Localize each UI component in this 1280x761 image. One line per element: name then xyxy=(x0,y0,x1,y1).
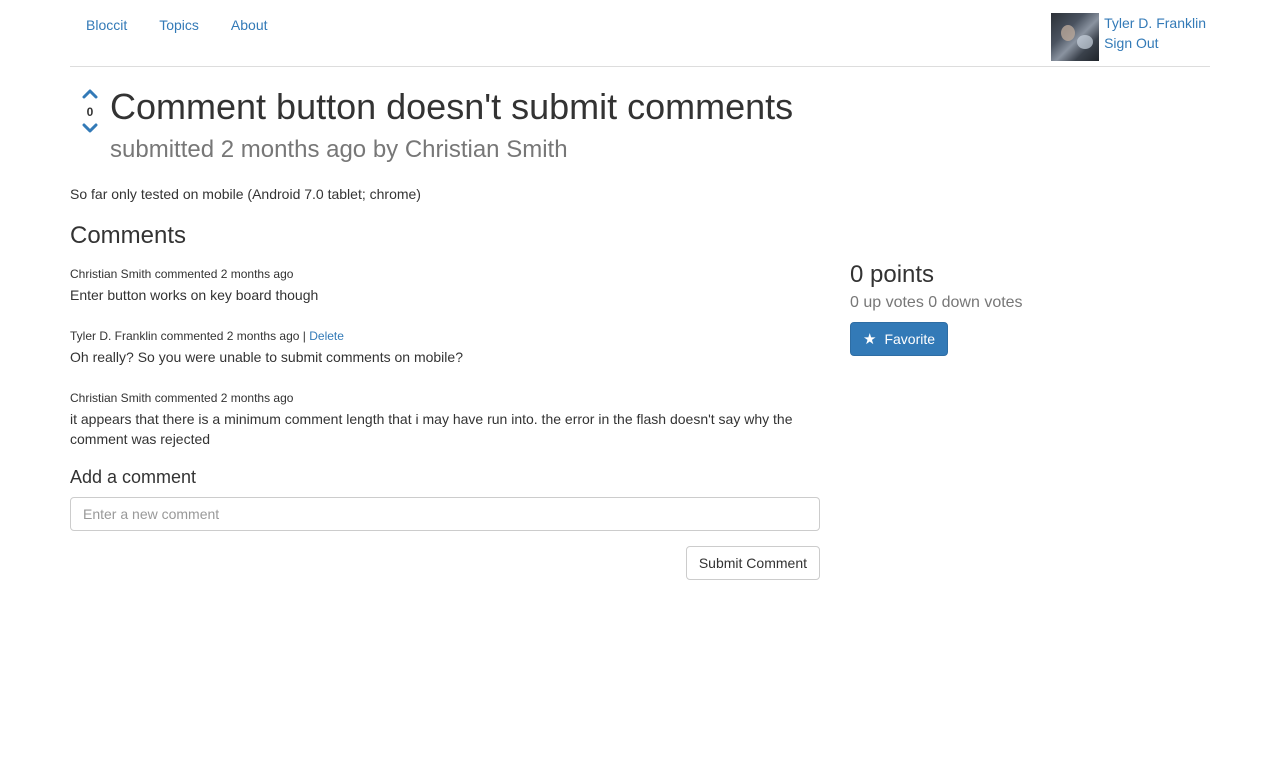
star-icon: ★ xyxy=(863,331,877,348)
delete-comment-link[interactable]: Delete xyxy=(309,329,344,343)
vote-count: 0 xyxy=(86,105,94,119)
avatar xyxy=(1051,13,1100,61)
main-column: 0 Comment button doesn't submit comments… xyxy=(70,67,820,580)
nav-link-about[interactable]: About xyxy=(215,15,284,35)
navbar: Bloccit Topics About Tyler D. Franklin S… xyxy=(70,0,1210,67)
post-sidebar: 0 points 0 up votes 0 down votes ★ Favor… xyxy=(850,260,1210,356)
comment-meta: Christian Smith commented 2 months ago xyxy=(70,267,294,281)
votes-detail: 0 up votes 0 down votes xyxy=(850,294,1023,311)
favorite-button[interactable]: ★ Favorite xyxy=(850,322,949,356)
favorite-label: Favorite xyxy=(884,331,936,347)
comment-item: Christian Smith commented 2 months ago E… xyxy=(70,266,820,305)
comment-item: Christian Smith commented 2 months ago i… xyxy=(70,390,820,449)
vote-widget: 0 xyxy=(80,87,100,135)
submit-comment-button[interactable]: Submit Comment xyxy=(685,546,820,580)
comment-meta: Christian Smith commented 2 months ago xyxy=(70,391,294,405)
post-meta: submitted 2 months ago by Christian Smit… xyxy=(110,136,568,163)
comment-meta-row: Tyler D. Franklin commented 2 months ago… xyxy=(70,328,820,344)
nav-link-bloccit[interactable]: Bloccit xyxy=(70,15,143,35)
add-comment-heading: Add a comment xyxy=(70,467,197,487)
avatar-photo-detail xyxy=(1061,25,1076,41)
chevron-down-icon[interactable] xyxy=(80,121,100,135)
post-header: 0 Comment button doesn't submit comments… xyxy=(70,87,820,187)
comment-body: it appears that there is a minimum comme… xyxy=(70,411,793,447)
sign-out-link[interactable]: Sign Out xyxy=(1104,33,1206,53)
page-container: Bloccit Topics About Tyler D. Franklin S… xyxy=(70,0,1210,580)
comment-body: Oh really? So you were unable to submit … xyxy=(70,349,463,365)
comment-meta: Tyler D. Franklin commented 2 months ago… xyxy=(70,329,306,343)
user-menu: Tyler D. Franklin Sign Out xyxy=(1051,13,1206,61)
points-total: 0 points xyxy=(850,261,935,288)
post-body: So far only tested on mobile (Android 7.… xyxy=(70,186,421,202)
chevron-up-icon[interactable] xyxy=(80,87,100,101)
nav-links: Bloccit Topics About xyxy=(70,15,284,35)
comments-heading: Comments xyxy=(70,222,187,249)
post-title: Comment button doesn't submit comments xyxy=(110,86,794,127)
user-links: Tyler D. Franklin Sign Out xyxy=(1104,13,1206,61)
avatar-photo-detail xyxy=(1077,35,1094,49)
comment-input[interactable] xyxy=(70,497,820,531)
user-profile-link[interactable]: Tyler D. Franklin xyxy=(1104,13,1206,33)
submit-row: Submit Comment xyxy=(70,546,820,580)
nav-link-topics[interactable]: Topics xyxy=(143,15,215,35)
comment-item: Tyler D. Franklin commented 2 months ago… xyxy=(70,328,820,367)
comment-body: Enter button works on key board though xyxy=(70,287,319,303)
